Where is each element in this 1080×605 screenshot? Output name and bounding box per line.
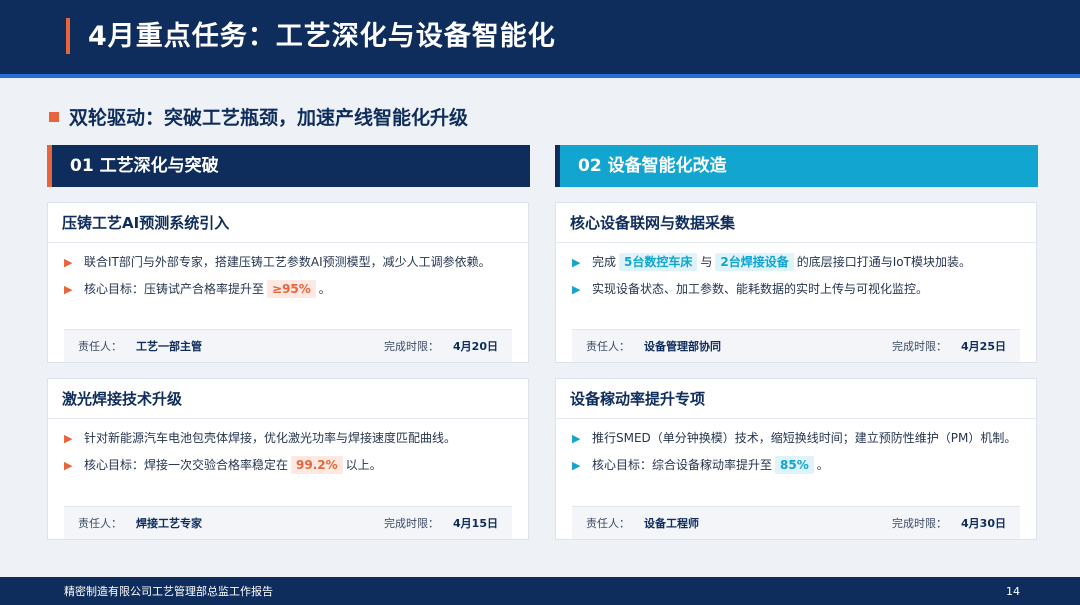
bullet-text: 以上。 [345,458,382,472]
card-title: 激光焊接技术升级 [48,379,528,419]
square-bullet-icon [49,112,59,122]
highlight-value: 99.2% [291,456,343,474]
deadline-label: 完成时限： [384,340,440,353]
card-footer: 责任人： 设备管理部协同 完成时限： 4月25日 [572,329,1020,362]
deadline-value: 4月30日 [961,517,1006,530]
triangle-right-icon: ▶ [572,283,581,296]
bullet-text: 核心目标：综合设备稼动率提升至 [592,458,773,472]
deadline-label: 完成时限： [892,340,948,353]
footer-company: 精密制造有限公司工艺管理部总监工作报告 [64,585,273,598]
triangle-right-icon: ▶ [64,256,73,269]
bullet-item: ▶ 联合IT部门与外部专家，搭建压铸工艺参数AI预测模型，减少人工调参依赖。 [64,253,512,272]
owner-label: 责任人： [586,340,630,353]
owner-label: 责任人： [78,340,122,353]
bullet-text: 完成 [592,255,617,269]
highlight-value: 2台焊接设备 [715,253,794,271]
card-title: 设备稼动率提升专项 [556,379,1036,419]
card-footer: 责任人： 工艺一部主管 完成时限： 4月20日 [64,329,512,362]
bullet-text: 推行SMED（单分钟换模）技术，缩短换线时间；建立预防性维护（PM）机制。 [592,431,1017,445]
section-subtitle: 双轮驱动：突破工艺瓶颈，加速产线智能化升级 [69,107,469,129]
slide-title: 4月重点任务：工艺深化与设备智能化 [88,21,556,52]
owner-label: 责任人： [78,517,122,530]
triangle-right-icon: ▶ [64,432,73,445]
triangle-right-icon: ▶ [64,459,73,472]
owner-value: 设备管理部协同 [644,340,721,353]
triangle-right-icon: ▶ [572,256,581,269]
header-underline [0,74,1080,78]
deadline-label: 完成时限： [892,517,948,530]
column-header-process: 01 工艺深化与突破 [47,145,530,187]
card-title: 压铸工艺AI预测系统引入 [48,203,528,243]
triangle-right-icon: ▶ [572,432,581,445]
bullet-text: 核心目标：焊接一次交验合格率稳定在 [84,458,289,472]
bullet-text: 。 [816,458,829,472]
slide-header: 4月重点任务：工艺深化与设备智能化 [0,0,1080,78]
bullet-item: ▶ 针对新能源汽车电池包壳体焊接，优化激光功率与焊接速度匹配曲线。 [64,429,512,448]
deadline-value: 4月25日 [961,340,1006,353]
deadline-value: 4月15日 [453,517,498,530]
page-number: 14 [1006,585,1020,598]
deadline-label: 完成时限： [384,517,440,530]
task-card-laser-welding: 激光焊接技术升级 ▶ 针对新能源汽车电池包壳体焊接，优化激光功率与焊接速度匹配曲… [47,378,529,540]
bullet-text: 实现设备状态、加工参数、能耗数据的实时上传与可视化监控。 [592,282,929,296]
owner-value: 焊接工艺专家 [136,517,202,530]
card-title: 核心设备联网与数据采集 [556,203,1036,243]
bullet-item: ▶ 核心目标：综合设备稼动率提升至 85%。 [572,456,1020,475]
title-accent-bar [66,18,70,54]
triangle-right-icon: ▶ [572,459,581,472]
triangle-right-icon: ▶ [64,283,73,296]
highlight-value: 5台数控车床 [619,253,698,271]
bullet-item: ▶ 核心目标：压铸试产合格率提升至 ≥95%。 [64,280,512,299]
highlight-value: ≥95% [267,280,316,298]
owner-value: 设备工程师 [644,517,699,530]
bullet-item: ▶ 核心目标：焊接一次交验合格率稳定在 99.2% 以上。 [64,456,512,475]
deadline-value: 4月20日 [453,340,498,353]
bullet-text: 联合IT部门与外部专家，搭建压铸工艺参数AI预测模型，减少人工调参依赖。 [84,255,491,269]
bullet-text: 。 [318,282,331,296]
bullet-item: ▶ 完成 5台数控车床与 2台焊接设备 的底层接口打通与IoT模块加装。 [572,253,1020,272]
bullet-text: 与 [700,255,713,269]
bullet-item: ▶ 推行SMED（单分钟换模）技术，缩短换线时间；建立预防性维护（PM）机制。 [572,429,1020,448]
page-footer: 精密制造有限公司工艺管理部总监工作报告 14 [0,577,1080,605]
owner-label: 责任人： [586,517,630,530]
column-header-equipment: 02 设备智能化改造 [555,145,1038,187]
card-footer: 责任人： 焊接工艺专家 完成时限： 4月15日 [64,506,512,539]
bullet-text: 的底层接口打通与IoT模块加装。 [796,255,971,269]
task-card-oee-improvement: 设备稼动率提升专项 ▶ 推行SMED（单分钟换模）技术，缩短换线时间；建立预防性… [555,378,1037,540]
owner-value: 工艺一部主管 [136,340,202,353]
highlight-value: 85% [775,456,814,474]
bullet-text: 核心目标：压铸试产合格率提升至 [84,282,265,296]
task-card-die-casting-ai: 压铸工艺AI预测系统引入 ▶ 联合IT部门与外部专家，搭建压铸工艺参数AI预测模… [47,202,529,363]
bullet-item: ▶ 实现设备状态、加工参数、能耗数据的实时上传与可视化监控。 [572,280,1020,299]
task-card-equipment-iot: 核心设备联网与数据采集 ▶ 完成 5台数控车床与 2台焊接设备 的底层接口打通与IoT… [555,202,1037,363]
bullet-text: 针对新能源汽车电池包壳体焊接，优化激光功率与焊接速度匹配曲线。 [84,431,457,445]
card-footer: 责任人： 设备工程师 完成时限： 4月30日 [572,506,1020,539]
